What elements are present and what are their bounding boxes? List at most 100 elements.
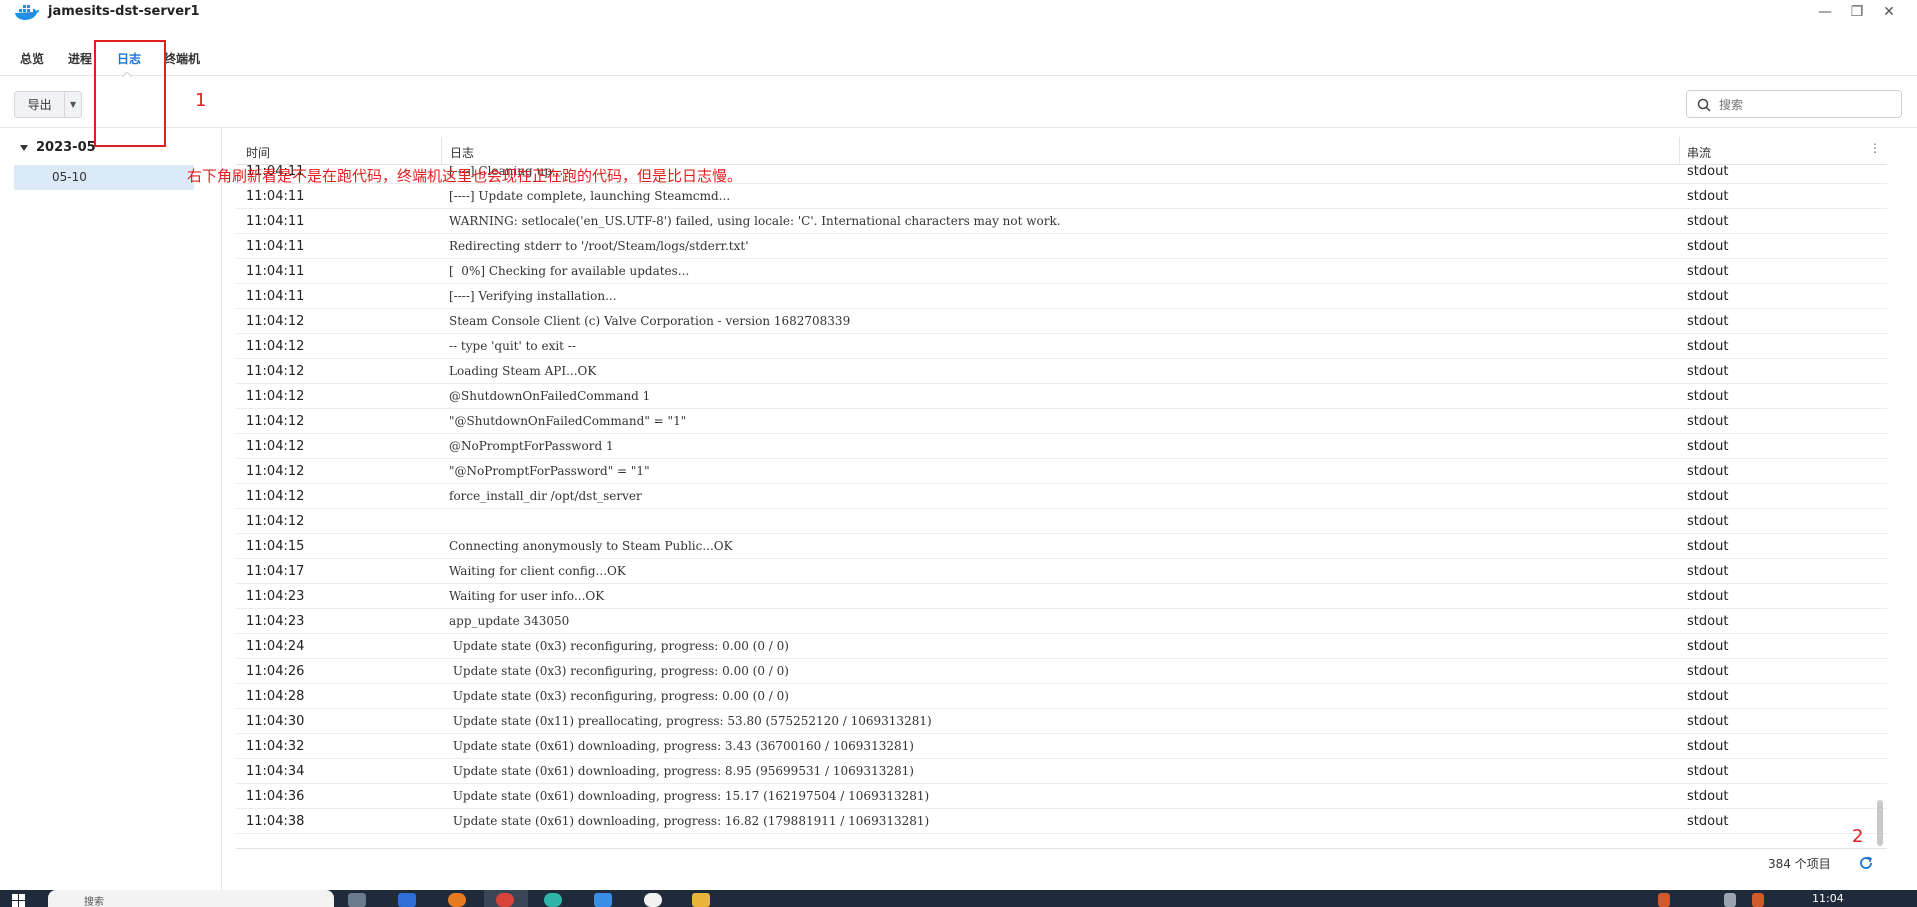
cell-stream: stdout xyxy=(1687,414,1729,429)
cell-log: Update state (0x61) downloading, progres… xyxy=(449,764,914,778)
windows-start-icon[interactable] xyxy=(12,894,26,907)
tray-icon[interactable] xyxy=(1752,893,1764,907)
close-icon: ✕ xyxy=(1883,4,1895,20)
table-row[interactable]: 11:04:12 stdout xyxy=(236,509,1887,534)
cell-log: Steam Console Client (c) Valve Corporati… xyxy=(449,314,851,328)
table-row[interactable]: 11:04:12 "@NoPromptForPassword" = "1" stdo… xyxy=(236,459,1887,484)
cell-log: Connecting anonymously to Steam Public..… xyxy=(449,539,733,553)
table-row[interactable]: 11:04:23 app_update 343050 stdout xyxy=(236,609,1887,634)
cell-log: -- type 'quit' to exit -- xyxy=(449,339,576,353)
app-window: jamesits-dst-server1 — ❐ ✕ 总览 进程 日志 终端机 … xyxy=(0,0,1917,890)
column-header-stream[interactable]: 串流 xyxy=(1687,144,1711,161)
table-row[interactable]: 11:04:12 @NoPromptForPassword 1 stdout xyxy=(236,434,1887,459)
cell-time: 11:04:11 xyxy=(246,214,305,229)
cell-time: 11:04:32 xyxy=(246,739,305,754)
tray-icon[interactable] xyxy=(1724,893,1736,907)
cell-log: Waiting for client config...OK xyxy=(449,564,626,578)
cell-time: 11:04:12 xyxy=(246,339,305,354)
table-body[interactable]: 11:04:11 [----] Cleaning up... stdout 11… xyxy=(236,165,1887,849)
cell-time: 11:04:11 xyxy=(246,239,305,254)
table-row[interactable]: 11:04:11 [----] Update complete, launchin… xyxy=(236,184,1887,209)
table-row[interactable]: 11:04:11 [----] Verifying installation...… xyxy=(236,284,1887,309)
cell-time: 11:04:26 xyxy=(246,664,305,679)
title-bar: jamesits-dst-server1 — ❐ ✕ xyxy=(0,0,1917,26)
cell-stream: stdout xyxy=(1687,514,1729,529)
minimize-button[interactable]: — xyxy=(1810,0,1840,24)
cell-stream: stdout xyxy=(1687,614,1729,629)
table-row[interactable]: 11:04:17 Waiting for client config...OK st… xyxy=(236,559,1887,584)
taskbar-app-icon[interactable] xyxy=(594,893,612,907)
cell-time: 11:04:12 xyxy=(246,514,305,529)
tree-node-year[interactable]: 2023-05 xyxy=(20,140,96,155)
export-dropdown-icon[interactable]: ▼ xyxy=(65,92,81,117)
taskbar-clock: 11:04 xyxy=(1812,892,1844,905)
tab-overview[interactable]: 总览 xyxy=(20,50,44,67)
restore-button[interactable]: ❐ xyxy=(1842,0,1872,24)
cell-stream: stdout xyxy=(1687,739,1729,754)
taskbar-app-icon[interactable] xyxy=(398,893,416,907)
column-menu-icon[interactable]: ⋮ xyxy=(1869,141,1881,155)
scrollbar-thumb[interactable] xyxy=(1877,800,1883,846)
taskbar-app-icon[interactable] xyxy=(544,893,562,907)
taskbar-app-icon[interactable] xyxy=(348,893,366,907)
cell-stream: stdout xyxy=(1687,639,1729,654)
taskbar-app-icon[interactable] xyxy=(644,893,662,907)
tray-icon[interactable] xyxy=(1658,893,1670,907)
footer-divider xyxy=(236,848,1887,849)
table-row[interactable]: 11:04:23 Waiting for user info...OK stdout xyxy=(236,584,1887,609)
table-row[interactable]: 11:04:24 Update state (0x3) reconfigurin… xyxy=(236,634,1887,659)
cell-time: 11:04:34 xyxy=(246,764,305,779)
table-row[interactable]: 11:04:12 Loading Steam API...OK stdout xyxy=(236,359,1887,384)
export-button[interactable]: 导出 xyxy=(15,92,66,117)
cell-log: WARNING: setlocale('en_US.UTF-8') failed… xyxy=(449,214,1061,228)
refresh-icon[interactable] xyxy=(1857,854,1875,872)
table-row[interactable]: 11:04:12 Steam Console Client (c) Valve C… xyxy=(236,309,1887,334)
cell-log: Update state (0x61) downloading, progres… xyxy=(449,789,930,803)
cell-time: 11:04:12 xyxy=(246,389,305,404)
table-row[interactable]: 11:04:28 Update state (0x3) reconfigurin… xyxy=(236,684,1887,709)
cell-time: 11:04:11 xyxy=(246,189,305,204)
table-row[interactable]: 11:04:32 Update state (0x61) downloading… xyxy=(236,734,1887,759)
table-row[interactable]: 11:04:34 Update state (0x61) downloading… xyxy=(236,759,1887,784)
restore-icon: ❐ xyxy=(1850,4,1864,20)
tab-terminal[interactable]: 终端机 xyxy=(164,50,200,67)
cell-stream: stdout xyxy=(1687,539,1729,554)
taskbar-app-icon[interactable] xyxy=(448,893,466,907)
tree-node-day[interactable]: 05-10 xyxy=(14,165,194,190)
cell-stream: stdout xyxy=(1687,314,1729,329)
table-row[interactable]: 11:04:12 "@ShutdownOnFailedCommand" = "1"… xyxy=(236,409,1887,434)
table-row[interactable]: 11:04:11 [ 0%] Checking for available upd… xyxy=(236,259,1887,284)
cell-log: app_update 343050 xyxy=(449,614,570,628)
column-divider[interactable] xyxy=(441,137,442,165)
window-title: jamesits-dst-server1 xyxy=(48,4,200,19)
close-button[interactable]: ✕ xyxy=(1874,0,1904,24)
cell-time: 11:04:24 xyxy=(246,639,305,654)
table-row[interactable]: 11:04:11 Redirecting stderr to '/root/Ste… xyxy=(236,234,1887,259)
table-row[interactable]: 11:04:11 WARNING: setlocale('en_US.UTF-8'… xyxy=(236,209,1887,234)
table-row[interactable]: 11:04:36 Update state (0x61) downloading… xyxy=(236,784,1887,809)
cell-stream: stdout xyxy=(1687,464,1729,479)
taskbar-app-icon[interactable] xyxy=(692,893,710,907)
taskbar-search[interactable]: 搜索 xyxy=(48,890,334,907)
cell-stream: stdout xyxy=(1687,689,1729,704)
column-header-log[interactable]: 日志 xyxy=(450,144,474,161)
search-box xyxy=(1686,90,1902,118)
column-header-time[interactable]: 时间 xyxy=(246,144,270,161)
cell-time: 11:04:11 xyxy=(246,264,305,279)
column-divider[interactable] xyxy=(1679,137,1680,165)
tab-process[interactable]: 进程 xyxy=(68,50,92,67)
cell-log: [----] Update complete, launching Steamc… xyxy=(449,189,731,203)
cell-log: "@NoPromptForPassword" = "1" xyxy=(449,464,650,478)
table-row[interactable]: 11:04:12 -- type 'quit' to exit -- stdout xyxy=(236,334,1887,359)
cell-stream: stdout xyxy=(1687,264,1729,279)
table-row[interactable]: 11:04:12 @ShutdownOnFailedCommand 1 stdout xyxy=(236,384,1887,409)
table-row[interactable]: 11:04:15 Connecting anonymously to Steam … xyxy=(236,534,1887,559)
search-input[interactable] xyxy=(1719,95,1889,115)
taskbar-app-icon[interactable] xyxy=(496,893,514,907)
cell-log: Update state (0x3) reconfiguring, progre… xyxy=(449,689,789,703)
table-row[interactable]: 11:04:12 force_install_dir /opt/dst_serve… xyxy=(236,484,1887,509)
item-count: 384 个项目 xyxy=(1768,857,1831,871)
table-row[interactable]: 11:04:30 Update state (0x11) preallocati… xyxy=(236,709,1887,734)
table-row[interactable]: 11:04:26 Update state (0x3) reconfigurin… xyxy=(236,659,1887,684)
table-row[interactable]: 11:04:38 Update state (0x61) downloading… xyxy=(236,809,1887,834)
